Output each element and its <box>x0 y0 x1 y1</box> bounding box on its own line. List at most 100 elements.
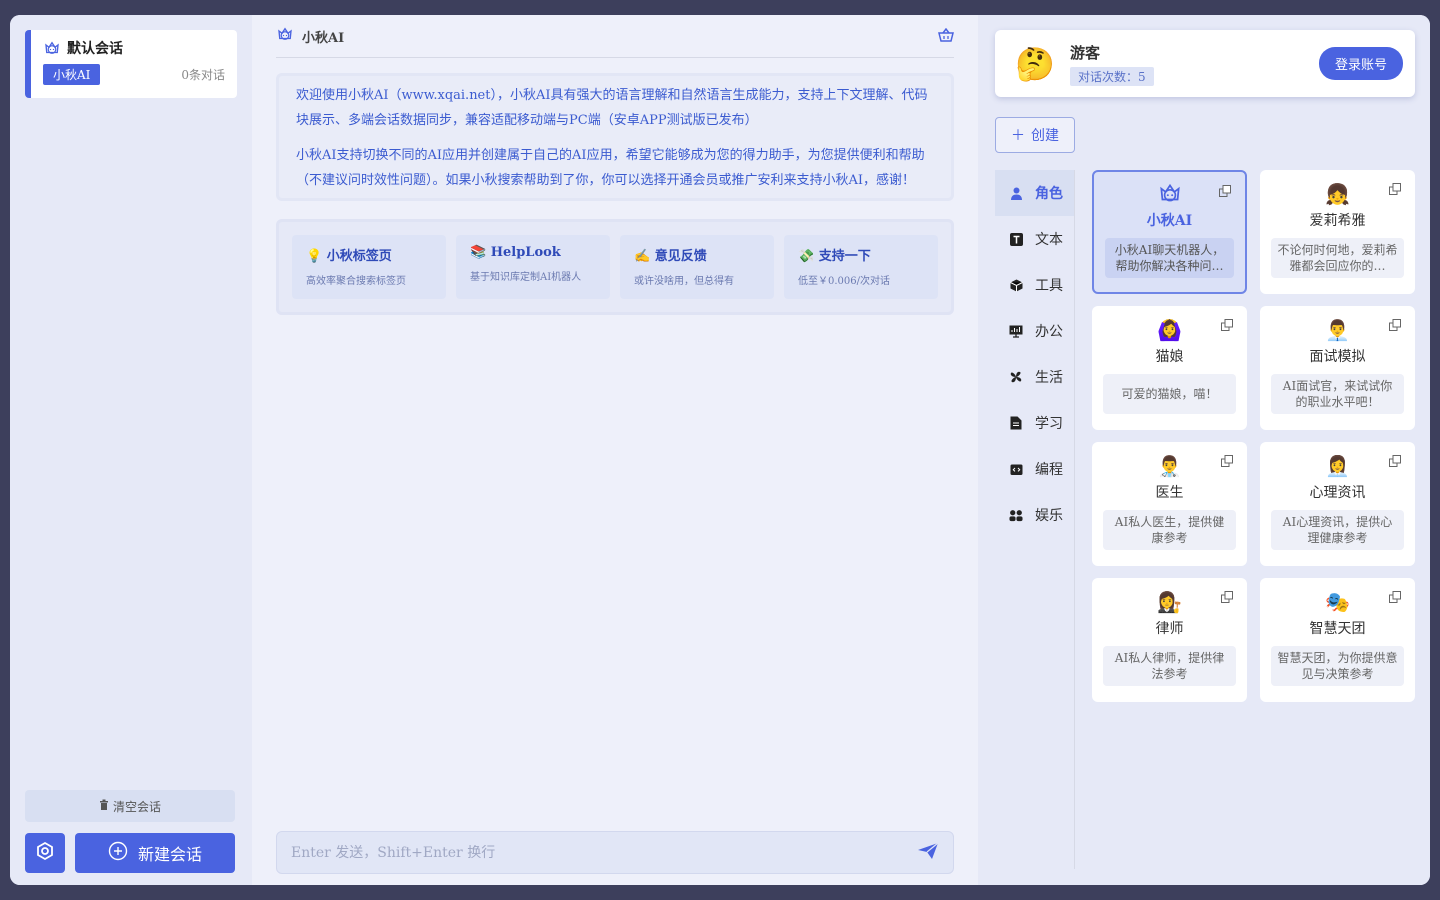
app-card-wisdom-team[interactable]: 🎭 智慧天团 智慧天团，为你提供意见与决策参考 <box>1260 578 1415 702</box>
avatar: 🤔 <box>1015 44 1055 83</box>
trash-icon <box>99 799 109 813</box>
app-desc: AI面试官，来试试你的职业水平吧！ <box>1271 374 1404 414</box>
new-chat-label: 新建会话 <box>137 845 202 864</box>
copy-icon[interactable] <box>1219 182 1231 197</box>
usage-count-badge: 对话次数：5 <box>1070 66 1154 86</box>
category-text[interactable]: 文本 <box>995 216 1074 262</box>
category-code[interactable]: 编程 <box>995 446 1074 492</box>
link-desc: 高效率聚合搜索标签页 <box>306 276 406 287</box>
app-card-lawyer[interactable]: 👩‍⚖️ 律师 AI私人律师，提供律法参考 <box>1092 578 1247 702</box>
category-list: 角色 文本 工具 办公 生活 学习 编程 娱乐 <box>995 170 1075 869</box>
app-window: 默认会话 小秋AI 0条对话 清空会话 新建会话 小秋AI 欢迎使用小秋AI（w… <box>10 15 1430 885</box>
chat-title: 小秋AI <box>302 30 345 46</box>
copy-icon[interactable] <box>1389 588 1401 603</box>
pinwheel-icon <box>1009 370 1023 384</box>
app-desc: 不论何时何地，爱莉希雅都会回应你的… <box>1271 238 1404 278</box>
app-card-elysia[interactable]: 👧 爱莉希雅 不论何时何地，爱莉希雅都会回应你的… <box>1260 170 1415 294</box>
app-card-catgirl[interactable]: 🙆‍♀️ 猫娘 可爱的猫娘，喵！ <box>1092 306 1247 430</box>
link-title: ✍️ 意见反馈 <box>634 249 707 264</box>
app-name: 小秋AI <box>1146 213 1193 229</box>
person-icon <box>1009 186 1023 200</box>
app-desc: 可爱的猫娘，喵！ <box>1103 374 1236 414</box>
copy-icon[interactable] <box>1221 588 1233 603</box>
basket-icon[interactable] <box>938 27 954 46</box>
chat-header: 小秋AI <box>276 15 954 58</box>
app-name: 律师 <box>1155 621 1184 637</box>
conversation-sidebar: 默认会话 小秋AI 0条对话 清空会话 新建会话 <box>10 15 252 885</box>
plus-icon: ＋ <box>1011 128 1025 144</box>
welcome-message: 欢迎使用小秋AI（www.xqai.net），小秋AI具有强大的语言理解和自然语… <box>276 73 954 201</box>
app-name: 面试模拟 <box>1309 349 1366 365</box>
category-study[interactable]: 学习 <box>995 400 1074 446</box>
welcome-paragraph-2: 小秋AI支持切换不同的AI应用并创建属于自己的AI应用，希望它能够成为您的得力助… <box>296 148 925 188</box>
app-grid: 小秋AI 小秋AI聊天机器人，帮助你解决各种问… 👧 爱莉希雅 不论何时何地，爱… <box>1092 170 1416 702</box>
category-office[interactable]: 办公 <box>995 308 1074 354</box>
link-desc: 基于知识库定制AI机器人 <box>470 272 582 283</box>
app-card-doctor[interactable]: 👨‍⚕️ 医生 AI私人医生，提供健康参考 <box>1092 442 1247 566</box>
create-app-button[interactable]: ＋ 创建 <box>995 117 1075 153</box>
conversation-meta: 小秋AI 0条对话 <box>43 64 225 85</box>
conversation-title-row: 默认会话 <box>43 38 225 58</box>
cube-icon <box>1009 278 1023 292</box>
bot-crown-icon <box>276 25 294 47</box>
copy-icon[interactable] <box>1221 316 1233 331</box>
app-card-xiaoqiu[interactable]: 小秋AI 小秋AI聊天机器人，帮助你解决各种问… <box>1092 170 1247 294</box>
link-title: 💸 支持一下 <box>798 249 871 264</box>
plus-circle-icon <box>108 841 128 865</box>
message-input[interactable] <box>291 844 917 861</box>
app-name: 医生 <box>1155 485 1184 501</box>
category-role[interactable]: 角色 <box>995 170 1074 216</box>
welcome-paragraph-1: 欢迎使用小秋AI（www.xqai.net），小秋AI具有强大的语言理解和自然语… <box>296 88 928 128</box>
settings-button[interactable] <box>25 833 65 873</box>
apps-panel: 🤔 游客 对话次数：5 登录账号 ＋ 创建 角色 文本 工具 办公 生活 学习 … <box>978 15 1430 885</box>
user-card: 🤔 游客 对话次数：5 登录账号 <box>995 30 1415 97</box>
link-card-tabs[interactable]: 💡 小秋标签页 高效率聚合搜索标签页 <box>292 235 446 299</box>
app-desc: 小秋AI聊天机器人，帮助你解决各种问… <box>1105 238 1234 278</box>
app-badge: 小秋AI <box>43 64 101 85</box>
bot-crown-icon <box>43 39 61 57</box>
app-desc: AI私人医生，提供健康参考 <box>1103 510 1236 550</box>
books-icon: 📚 <box>470 245 487 260</box>
category-life[interactable]: 生活 <box>995 354 1074 400</box>
copy-icon[interactable] <box>1389 452 1401 467</box>
gear-icon <box>35 841 55 865</box>
conversation-item[interactable]: 默认会话 小秋AI 0条对话 <box>25 30 237 98</box>
login-button[interactable]: 登录账号 <box>1318 47 1403 80</box>
money-icon: 💸 <box>798 249 815 264</box>
quick-links: 💡 小秋标签页 高效率聚合搜索标签页 📚 HelpLook 基于知识库定制AI机… <box>276 219 954 315</box>
presentation-icon <box>1009 324 1023 338</box>
user-info: 游客 对话次数：5 <box>1070 42 1319 86</box>
clear-conversations-button[interactable]: 清空会话 <box>25 790 235 822</box>
copy-icon[interactable] <box>1389 180 1401 195</box>
link-title: 💡 小秋标签页 <box>306 249 392 264</box>
app-name: 猫娘 <box>1155 349 1184 365</box>
text-icon <box>1009 232 1023 246</box>
link-card-helplook[interactable]: 📚 HelpLook 基于知识库定制AI机器人 <box>456 235 610 299</box>
link-desc: 低至￥0.006/次对话 <box>798 276 890 287</box>
category-tools[interactable]: 工具 <box>995 262 1074 308</box>
send-icon[interactable] <box>917 842 939 864</box>
app-card-interview[interactable]: 👨‍💼 面试模拟 AI面试官，来试试你的职业水平吧！ <box>1260 306 1415 430</box>
code-file-icon <box>1009 462 1023 476</box>
link-card-feedback[interactable]: ✍️ 意见反馈 或许没啥用，但总得有 <box>620 235 774 299</box>
user-name: 游客 <box>1070 43 1101 62</box>
link-desc: 或许没啥用，但总得有 <box>634 276 734 287</box>
document-icon <box>1009 416 1023 430</box>
copy-icon[interactable] <box>1221 452 1233 467</box>
app-name: 爱莉希雅 <box>1309 213 1366 229</box>
category-entertainment[interactable]: 娱乐 <box>995 492 1074 538</box>
app-desc: AI心理资讯，提供心理健康参考 <box>1271 510 1404 550</box>
chat-header-title-group: 小秋AI <box>276 25 344 47</box>
app-name: 智慧天团 <box>1309 621 1366 637</box>
message-input-bar <box>276 831 954 874</box>
lightbulb-icon: 💡 <box>306 249 323 264</box>
writing-hand-icon: ✍️ <box>634 249 651 264</box>
copy-icon[interactable] <box>1389 316 1401 331</box>
conversation-count: 0条对话 <box>181 68 225 82</box>
app-card-psychology[interactable]: 👩‍💼 心理资讯 AI心理资讯，提供心理健康参考 <box>1260 442 1415 566</box>
link-card-support[interactable]: 💸 支持一下 低至￥0.006/次对话 <box>784 235 938 299</box>
conversation-title: 默认会话 <box>67 41 123 57</box>
link-title: 📚 HelpLook <box>470 245 561 260</box>
new-chat-button[interactable]: 新建会话 <box>75 833 235 873</box>
users-icon <box>1009 508 1023 522</box>
